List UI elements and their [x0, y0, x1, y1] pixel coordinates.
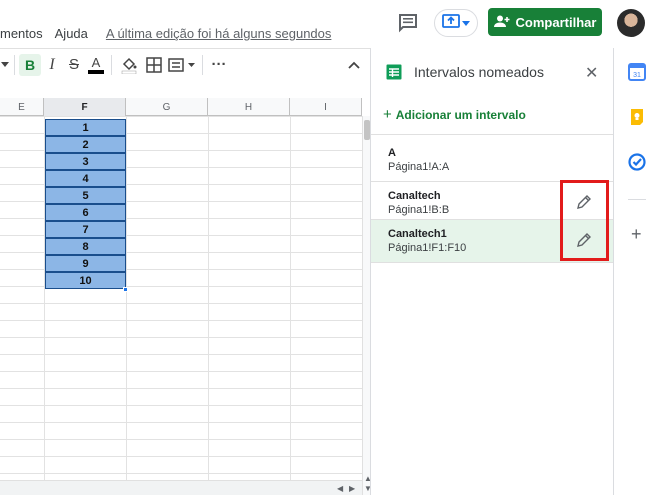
toolbar-divider: [111, 54, 112, 75]
divider: [628, 199, 646, 200]
range-name: A: [388, 147, 396, 159]
fill-color-icon[interactable]: [116, 53, 142, 77]
chevron-down-icon: [462, 14, 470, 32]
panel-header: Intervalos nomeados ✕: [371, 48, 614, 96]
column-header-f[interactable]: F: [44, 98, 126, 116]
share-button[interactable]: Compartilhar: [488, 8, 602, 36]
text-color-button[interactable]: A: [85, 53, 107, 77]
selected-cell-f7[interactable]: 7: [45, 221, 126, 238]
merge-cells-icon[interactable]: [166, 53, 198, 77]
italic-button[interactable]: I: [41, 53, 63, 77]
column-headers: E F G H I: [0, 98, 362, 116]
toolbar-divider: [202, 54, 203, 75]
plus-icon: +: [383, 106, 392, 123]
column-header-e[interactable]: E: [0, 98, 44, 116]
fill-handle[interactable]: [123, 287, 128, 292]
font-size-dropdown-icon[interactable]: [0, 53, 10, 77]
highlight-annotation: [560, 180, 609, 261]
selected-cell-f5[interactable]: 5: [45, 187, 126, 204]
horizontal-scrollbar[interactable]: ◀ ▶: [0, 480, 362, 495]
avatar[interactable]: [617, 9, 645, 37]
calendar-icon[interactable]: 31: [628, 63, 646, 81]
formatting-toolbar: B I S A ···: [0, 48, 370, 80]
menu-item-help[interactable]: Ajuda: [55, 26, 88, 41]
selected-cell-f4[interactable]: 4: [45, 170, 126, 187]
selected-cell-f10[interactable]: 10: [45, 272, 126, 289]
range-reference: Página1!B:B: [388, 204, 450, 216]
tasks-icon[interactable]: [628, 153, 646, 171]
selected-cell-f9[interactable]: 9: [45, 255, 126, 272]
column-header-i[interactable]: I: [290, 98, 362, 116]
present-button[interactable]: [434, 9, 478, 37]
add-range-label: Adicionar um intervalo: [395, 107, 526, 122]
collapse-toolbar-icon[interactable]: [342, 53, 366, 77]
named-ranges-panel: Intervalos nomeados ✕ + Adicionar um int…: [370, 48, 614, 495]
comment-history-icon[interactable]: [396, 11, 420, 35]
keep-icon[interactable]: [628, 108, 646, 126]
person-add-icon: [493, 15, 510, 30]
named-range-item[interactable]: A Página1!A:A: [371, 139, 614, 181]
menu-item-partial[interactable]: mentos: [0, 26, 43, 41]
panel-title: Intervalos nomeados: [414, 64, 544, 80]
strikethrough-button[interactable]: S: [63, 53, 85, 77]
selected-cell-f2[interactable]: 2: [45, 136, 126, 153]
text-color-label: A: [91, 54, 101, 70]
column-header-h[interactable]: H: [208, 98, 290, 116]
share-button-label: Compartilhar: [515, 14, 597, 30]
add-icon[interactable]: +: [631, 224, 642, 245]
bold-button[interactable]: B: [19, 53, 41, 76]
range-reference: Página1!A:A: [388, 161, 450, 173]
selected-cell-f1[interactable]: 1: [45, 119, 126, 136]
selected-cell-f3[interactable]: 3: [45, 153, 126, 170]
range-reference: Página1!F1:F10: [388, 242, 467, 254]
calendar-day: 31: [633, 72, 641, 79]
scroll-left-icon[interactable]: ◀: [337, 484, 343, 493]
vertical-scrollbar[interactable]: ▲ ▼: [362, 116, 370, 495]
present-icon: [442, 13, 460, 33]
scroll-right-icon[interactable]: ▶: [349, 484, 355, 493]
divider: [371, 262, 614, 263]
selected-cell-f6[interactable]: 6: [45, 204, 126, 221]
selected-cell-f8[interactable]: 8: [45, 238, 126, 255]
text-color-swatch: [88, 69, 104, 74]
borders-icon[interactable]: [142, 53, 166, 77]
toolbar-divider: [14, 54, 15, 75]
range-name: Canaltech: [388, 190, 441, 202]
more-options-icon[interactable]: ···: [207, 53, 231, 77]
divider: [371, 134, 614, 135]
sheets-icon: [386, 64, 402, 80]
add-range-button[interactable]: + Adicionar um intervalo: [383, 106, 526, 123]
column-header-g[interactable]: G: [126, 98, 208, 116]
range-name: Canaltech1: [388, 228, 447, 240]
menu-bar: mentos Ajuda A última edição foi há algu…: [0, 26, 331, 41]
spreadsheet-grid[interactable]: E F G H I 1 2 3 4 5 6 7 8 9 10 ▲ ▼ ◀ ▶: [0, 80, 370, 495]
last-edit-link[interactable]: A última edição foi há alguns segundos: [106, 26, 332, 41]
side-panel-strip: 31 +: [613, 48, 660, 495]
top-bar: mentos Ajuda A última edição foi há algu…: [0, 0, 660, 48]
close-icon[interactable]: ✕: [585, 63, 598, 83]
